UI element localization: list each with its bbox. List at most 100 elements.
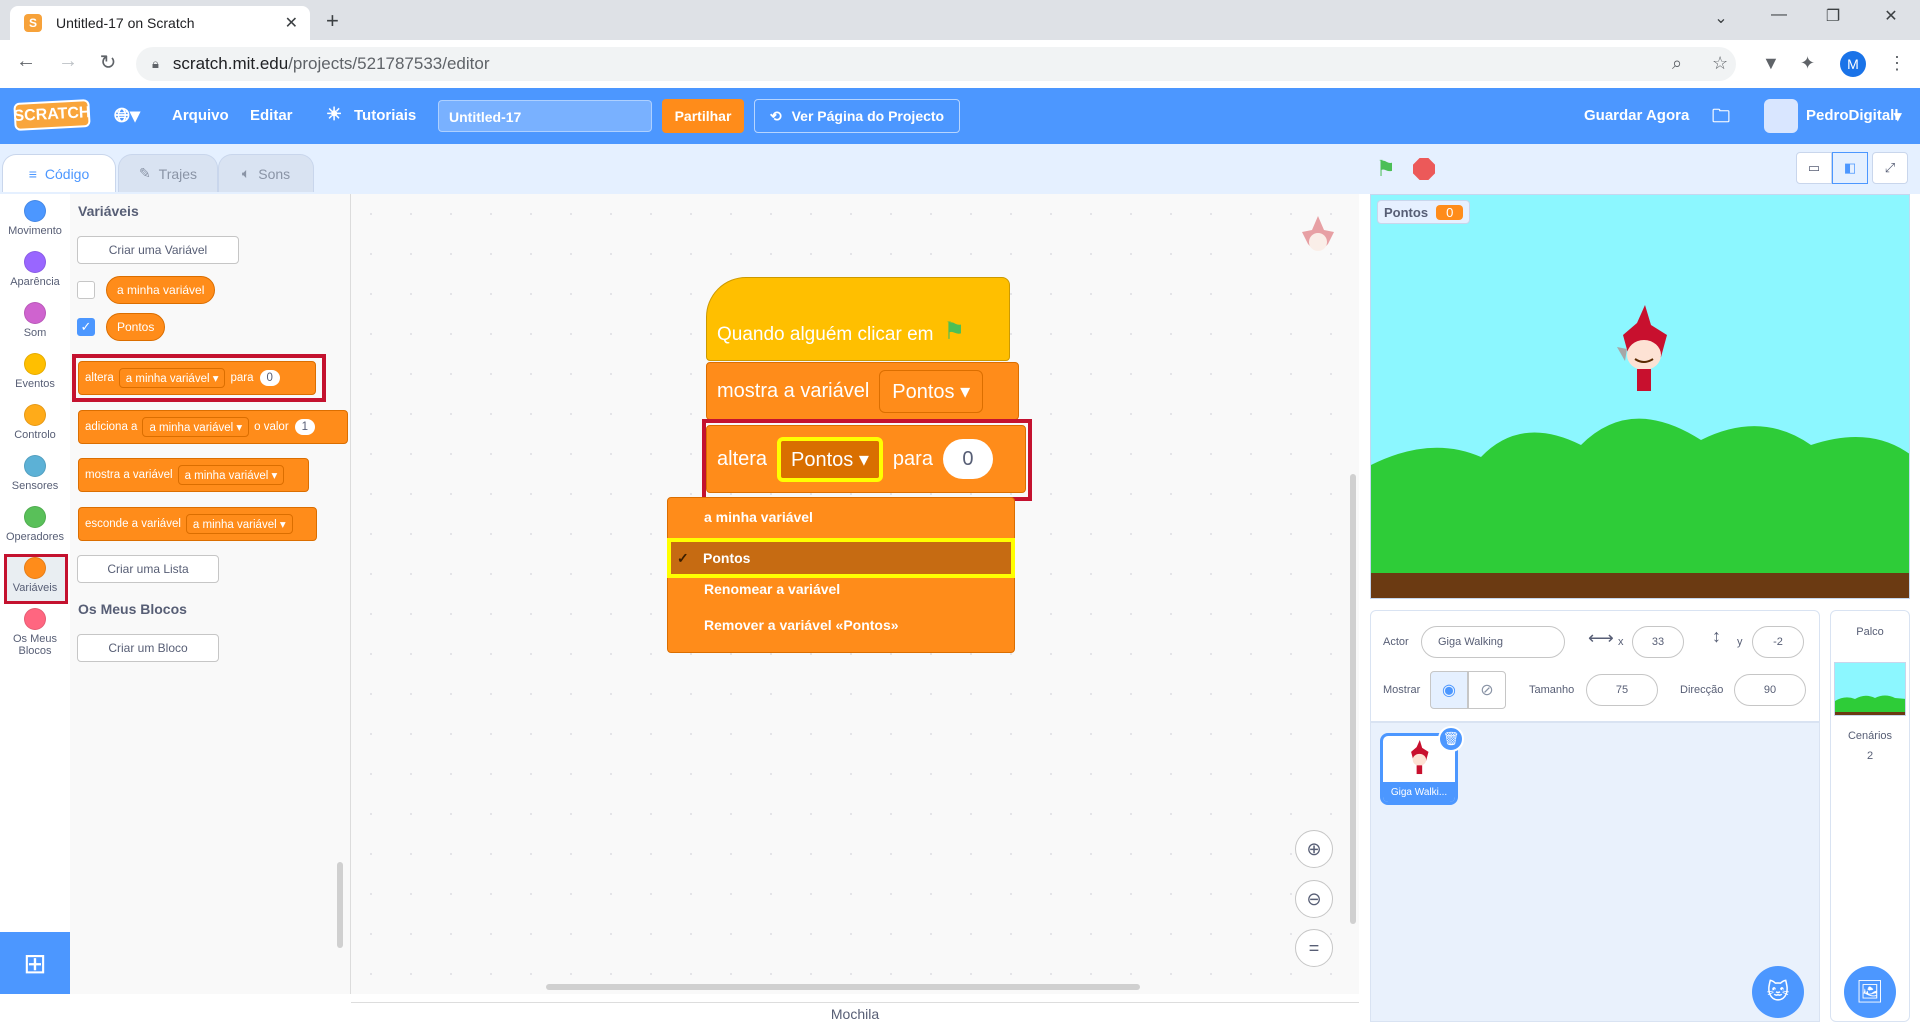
block-dropdown[interactable]: a minha variável ▾ bbox=[118, 368, 226, 388]
category-6[interactable]: Operadores bbox=[0, 506, 70, 543]
make-list-button[interactable]: Criar uma Lista bbox=[77, 555, 219, 583]
palette-block-change-variable[interactable]: adiciona a a minha variável ▾ o valor 1 bbox=[78, 410, 348, 444]
scratch-logo[interactable]: SCRATCH bbox=[13, 99, 91, 131]
category-8[interactable]: Os Meus Blocos bbox=[0, 608, 70, 657]
backpack-bar[interactable]: Mochila bbox=[351, 1002, 1359, 1026]
block-text: altera bbox=[717, 447, 768, 470]
show-variable-block[interactable]: mostra a variável Pontos ▾ bbox=[706, 362, 1019, 420]
y-position-input[interactable]: -2 bbox=[1752, 626, 1804, 658]
large-stage-icon[interactable]: ◧ bbox=[1832, 152, 1868, 184]
category-0[interactable]: Movimento bbox=[0, 200, 70, 237]
close-window-icon[interactable]: ✕ bbox=[1868, 6, 1914, 26]
see-project-page-button[interactable]: ⟲ Ver Página do Projecto bbox=[754, 99, 960, 133]
menu-edit[interactable]: Editar bbox=[250, 107, 293, 124]
zoom-reset-icon[interactable]: = bbox=[1295, 929, 1333, 967]
variable-checkbox-pontos[interactable]: ✓ bbox=[77, 318, 95, 336]
category-1[interactable]: Aparência bbox=[0, 251, 70, 288]
reporter-pontos[interactable]: Pontos bbox=[106, 313, 166, 341]
block-number-input[interactable]: 0 bbox=[259, 370, 280, 386]
small-stage-icon[interactable]: ▭ bbox=[1796, 152, 1832, 184]
when-flag-clicked-block[interactable]: Quando alguém clicar em ⚑ bbox=[706, 277, 1010, 361]
browser-tab[interactable]: S Untitled-17 on Scratch ✕ bbox=[10, 6, 310, 40]
new-tab-icon[interactable]: + bbox=[326, 8, 339, 34]
zoom-icon[interactable]: ⌕ bbox=[1672, 53, 1682, 74]
workspace-vertical-scrollbar[interactable] bbox=[1350, 474, 1356, 924]
category-7[interactable]: Variáveis bbox=[0, 557, 70, 594]
account-chevron-down-icon[interactable]: ▾ bbox=[1894, 107, 1902, 125]
sprite-name-input[interactable]: Giga Walking bbox=[1421, 626, 1565, 658]
category-3[interactable]: Eventos bbox=[0, 353, 70, 390]
profile-avatar[interactable]: M bbox=[1840, 51, 1866, 77]
back-icon[interactable]: ← bbox=[12, 50, 40, 73]
language-globe-icon[interactable]: 🌐︎▾ bbox=[114, 103, 140, 128]
reporter-my-variable[interactable]: a minha variável bbox=[106, 276, 216, 304]
x-position-input[interactable]: 33 bbox=[1632, 626, 1684, 658]
block-dropdown[interactable]: Pontos ▾ bbox=[879, 369, 984, 413]
username[interactable]: PedroDigitall bbox=[1806, 107, 1899, 124]
maximize-icon[interactable]: ❐ bbox=[1810, 6, 1856, 26]
fullscreen-icon[interactable]: ⤢ bbox=[1872, 152, 1908, 184]
category-2[interactable]: Som bbox=[0, 302, 70, 339]
block-text: altera bbox=[85, 372, 114, 384]
set-variable-block[interactable]: altera Pontos ▾ para 0 bbox=[706, 425, 1026, 493]
zoom-out-icon[interactable]: ⊖ bbox=[1295, 880, 1333, 918]
add-backdrop-icon[interactable]: 🖼︎ bbox=[1844, 966, 1896, 1018]
forward-icon[interactable]: → bbox=[54, 50, 82, 73]
show-sprite-eye-icon[interactable]: ◉ bbox=[1430, 671, 1468, 709]
block-dropdown[interactable]: a minha variável ▾ bbox=[185, 514, 293, 534]
make-block-button[interactable]: Criar um Bloco bbox=[77, 634, 219, 662]
block-dropdown[interactable]: a minha variável ▾ bbox=[177, 465, 285, 485]
profile-menu-icon[interactable]: ⌄ bbox=[1698, 8, 1744, 28]
tab-code[interactable]: ≡ Código bbox=[2, 154, 116, 192]
delete-sprite-trash-icon[interactable]: 🗑︎ bbox=[1438, 726, 1464, 752]
stage-canvas[interactable] bbox=[1370, 194, 1910, 599]
reload-icon[interactable]: ↻ bbox=[94, 50, 122, 75]
variable-monitor-pontos[interactable]: Pontos 0 bbox=[1377, 200, 1471, 224]
minimize-icon[interactable]: — bbox=[1756, 6, 1802, 24]
menu-tutorials[interactable]: Tutoriais bbox=[354, 107, 416, 124]
address-bar[interactable]: 🔒︎ scratch.mit.edu/projects/521787533/ed… bbox=[136, 47, 1736, 81]
tab-costumes[interactable]: ✎ Trajes bbox=[118, 154, 218, 192]
dropdown-item-rename[interactable]: Renomear a variável bbox=[668, 574, 1014, 604]
project-title-input[interactable]: Untitled-17 bbox=[438, 100, 652, 132]
add-sprite-cat-icon[interactable]: 🐱︎ bbox=[1752, 966, 1804, 1018]
dropdown-item-delete[interactable]: Remover a variável «Pontos» bbox=[668, 610, 1014, 640]
palette-block-hide-variable[interactable]: esconde a variável a minha variável ▾ bbox=[78, 507, 317, 541]
hide-sprite-eye-slash-icon[interactable]: ⊘ bbox=[1468, 671, 1506, 709]
stop-icon[interactable] bbox=[1413, 158, 1435, 180]
size-input[interactable]: 75 bbox=[1586, 674, 1658, 706]
menu-file[interactable]: Arquivo bbox=[172, 107, 229, 124]
set-variable-dropdown[interactable]: Pontos ▾ bbox=[777, 436, 883, 482]
green-flag-icon[interactable]: ⚑ bbox=[1376, 156, 1396, 182]
save-now-button[interactable]: Guardar Agora bbox=[1584, 107, 1689, 124]
block-number-input[interactable]: 0 bbox=[942, 439, 993, 479]
block-dropdown[interactable]: a minha variável ▾ bbox=[142, 417, 250, 437]
bookmark-star-icon[interactable]: ☆ bbox=[1712, 53, 1728, 74]
extension-icon[interactable]: ▼ bbox=[1762, 53, 1780, 74]
variable-checkbox-my-variable[interactable] bbox=[77, 281, 95, 299]
palette-scrollbar[interactable] bbox=[337, 862, 343, 948]
category-4[interactable]: Controlo bbox=[0, 404, 70, 441]
sprite-giga-walking[interactable] bbox=[1611, 305, 1675, 401]
block-number-input[interactable]: 1 bbox=[294, 419, 316, 435]
make-variable-button[interactable]: Criar uma Variável bbox=[77, 236, 239, 264]
dropdown-item-my-variable[interactable]: a minha variável bbox=[668, 502, 1014, 532]
close-tab-icon[interactable]: ✕ bbox=[285, 13, 298, 33]
user-avatar[interactable] bbox=[1764, 99, 1798, 133]
palette-block-show-variable[interactable]: mostra a variável a minha variável ▾ bbox=[78, 458, 309, 492]
add-extension-icon[interactable]: ⊞ bbox=[0, 932, 70, 994]
dropdown-item-pontos[interactable]: ✓ Pontos bbox=[671, 542, 1011, 574]
workspace-horizontal-scrollbar[interactable] bbox=[546, 984, 1140, 990]
my-stuff-folder-icon[interactable]: 🗀︎ bbox=[1712, 104, 1730, 134]
puzzle-icon[interactable]: ✦ bbox=[1800, 53, 1815, 74]
category-5[interactable]: Sensores bbox=[0, 455, 70, 492]
direction-input[interactable]: 90 bbox=[1734, 674, 1806, 706]
share-button[interactable]: Partilhar bbox=[662, 99, 744, 133]
browser-menu-icon[interactable]: ⋮ bbox=[1888, 53, 1906, 74]
palette-block-set-variable[interactable]: altera a minha variável ▾ para 0 bbox=[78, 361, 316, 395]
category-label: Variáveis bbox=[12, 582, 58, 594]
zoom-in-icon[interactable]: ⊕ bbox=[1295, 830, 1333, 868]
tab-sounds[interactable]: 🔈︎ Sons bbox=[218, 154, 314, 192]
backdrop-thumbnail[interactable] bbox=[1834, 662, 1906, 716]
lock-icon: 🔒︎ bbox=[152, 56, 159, 71]
